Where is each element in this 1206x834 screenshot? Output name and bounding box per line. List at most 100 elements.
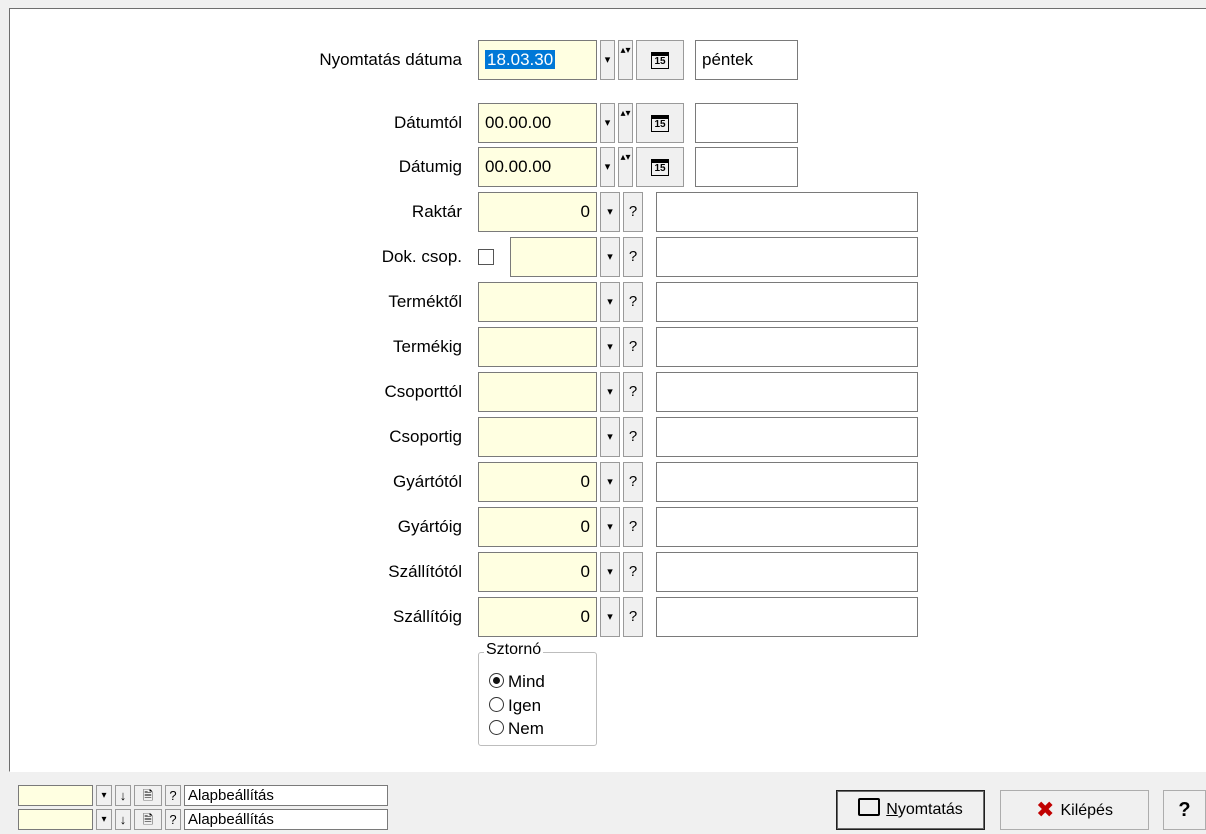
preset-2-input[interactable] <box>18 809 93 830</box>
supplier-from-input[interactable]: 0 <box>478 552 597 592</box>
date-from-input[interactable]: 00.00.00 <box>478 103 597 143</box>
question-icon: ? <box>628 203 638 220</box>
date-from-spin-button[interactable]: ▴▾ <box>618 103 633 143</box>
product-to-dropdown-button[interactable]: ▾ <box>600 327 620 367</box>
storno-option-mind[interactable]: Mind <box>489 672 545 692</box>
chevron-down-icon: ▾ <box>101 814 107 825</box>
preset-2-label: Alapbeállítás <box>184 809 388 830</box>
date-to-dropdown-button[interactable]: ▾ <box>600 147 615 187</box>
group-to-input[interactable] <box>478 417 597 457</box>
print-date-calendar-button[interactable]: 15 <box>636 40 684 80</box>
group-from-input[interactable] <box>478 372 597 412</box>
manufacturer-from-dropdown-button[interactable]: ▾ <box>600 462 620 502</box>
preset-2-dropdown-button[interactable]: ▾ <box>96 809 112 830</box>
print-button[interactable]: Nyomtatás <box>836 790 985 830</box>
group-from-dropdown-button[interactable]: ▾ <box>600 372 620 412</box>
chevron-down-icon: ▾ <box>604 54 611 66</box>
date-to-calendar-button[interactable]: 15 <box>636 147 684 187</box>
question-icon: ? <box>628 563 638 580</box>
product-to-label: Termékig <box>393 337 462 356</box>
doc-group-dropdown-button[interactable]: ▾ <box>600 237 620 277</box>
warehouse-help-button[interactable]: ? <box>623 192 643 232</box>
preset-1-help-button[interactable]: ? <box>165 785 181 806</box>
preset-2-down-button[interactable]: ↓ <box>115 809 131 830</box>
print-date-spin-button[interactable]: ▴▾ <box>618 40 633 80</box>
manufacturer-to-help-button[interactable]: ? <box>623 507 643 547</box>
group-to-dropdown-button[interactable]: ▾ <box>600 417 620 457</box>
preset-1-document-button[interactable]: 🗎 <box>134 785 162 806</box>
spin-icon: ▴▾ <box>620 108 631 119</box>
radio-icon <box>489 720 504 735</box>
help-button[interactable]: ? <box>1163 790 1206 830</box>
storno-legend: Sztornó <box>484 641 544 659</box>
preset-1-dropdown-button[interactable]: ▾ <box>96 785 112 806</box>
doc-group-help-button[interactable]: ? <box>623 237 643 277</box>
supplier-to-input[interactable]: 0 <box>478 597 597 637</box>
date-to-input[interactable]: 00.00.00 <box>478 147 597 187</box>
print-date-day: péntek <box>695 40 798 80</box>
date-from-label: Dátumtól <box>393 113 462 132</box>
chevron-down-icon: ▾ <box>607 386 613 398</box>
chevron-down-icon: ▾ <box>607 476 613 488</box>
manufacturer-from-desc <box>656 462 918 502</box>
product-from-label: Terméktől <box>388 292 462 311</box>
date-from-calendar-button[interactable]: 15 <box>636 103 684 143</box>
group-to-label: Csoportig <box>389 427 462 446</box>
arrow-down-icon: ↓ <box>119 788 127 803</box>
doc-group-checkbox[interactable] <box>478 249 494 265</box>
question-icon: ? <box>169 788 177 803</box>
date-from-day <box>695 103 798 143</box>
manufacturer-from-input[interactable]: 0 <box>478 462 597 502</box>
document-icon: 🗎 <box>142 788 154 803</box>
warehouse-dropdown-button[interactable]: ▾ <box>600 192 620 232</box>
group-from-help-button[interactable]: ? <box>623 372 643 412</box>
supplier-to-help-button[interactable]: ? <box>623 597 643 637</box>
product-from-dropdown-button[interactable]: ▾ <box>600 282 620 322</box>
group-to-help-button[interactable]: ? <box>623 417 643 457</box>
spin-icon: ▴▾ <box>620 45 631 56</box>
manufacturer-from-label: Gyártótól <box>393 472 462 491</box>
doc-group-desc <box>656 237 918 277</box>
date-to-spin-button[interactable]: ▴▾ <box>618 147 633 187</box>
manufacturer-from-help-button[interactable]: ? <box>623 462 643 502</box>
print-date-input[interactable]: 18.03.30 <box>478 40 597 80</box>
chevron-down-icon: ▾ <box>604 117 611 129</box>
warehouse-input[interactable]: 0 <box>478 192 597 232</box>
product-from-desc <box>656 282 918 322</box>
product-from-input[interactable] <box>478 282 597 322</box>
product-from-help-button[interactable]: ? <box>623 282 643 322</box>
supplier-from-dropdown-button[interactable]: ▾ <box>600 552 620 592</box>
exit-button[interactable]: ✖ Kilépés <box>1000 790 1149 830</box>
product-to-input[interactable] <box>478 327 597 367</box>
supplier-to-dropdown-button[interactable]: ▾ <box>600 597 620 637</box>
date-from-dropdown-button[interactable]: ▾ <box>600 103 615 143</box>
doc-group-label: Dok. csop. <box>381 247 462 266</box>
product-to-help-button[interactable]: ? <box>623 327 643 367</box>
supplier-from-help-button[interactable]: ? <box>623 552 643 592</box>
storno-option-nem[interactable]: Nem <box>489 719 544 739</box>
manufacturer-to-input[interactable]: 0 <box>478 507 597 547</box>
chevron-down-icon: ▾ <box>607 296 613 308</box>
chevron-down-icon: ▾ <box>604 161 611 173</box>
preset-2-help-button[interactable]: ? <box>165 809 181 830</box>
question-icon: ? <box>628 383 638 400</box>
preset-2-document-button[interactable]: 🗎 <box>134 809 162 830</box>
date-to-label: Dátumig <box>398 157 462 176</box>
manufacturer-to-label: Gyártóig <box>397 517 462 536</box>
radio-selected-icon <box>489 673 504 688</box>
chevron-down-icon: ▾ <box>607 611 613 623</box>
storno-option-igen[interactable]: Igen <box>489 696 541 716</box>
preset-1-down-button[interactable]: ↓ <box>115 785 131 806</box>
question-icon: ? <box>1178 799 1191 821</box>
preset-1-input[interactable] <box>18 785 93 806</box>
arrow-down-icon: ↓ <box>119 812 127 827</box>
question-icon: ? <box>169 812 177 827</box>
manufacturer-to-dropdown-button[interactable]: ▾ <box>600 507 620 547</box>
chevron-down-icon: ▾ <box>607 521 613 533</box>
question-icon: ? <box>628 518 638 535</box>
print-date-dropdown-button[interactable]: ▾ <box>600 40 615 80</box>
preset-1-label: Alapbeállítás <box>184 785 388 806</box>
group-to-desc <box>656 417 918 457</box>
chevron-down-icon: ▾ <box>607 206 613 218</box>
doc-group-input[interactable] <box>510 237 597 277</box>
